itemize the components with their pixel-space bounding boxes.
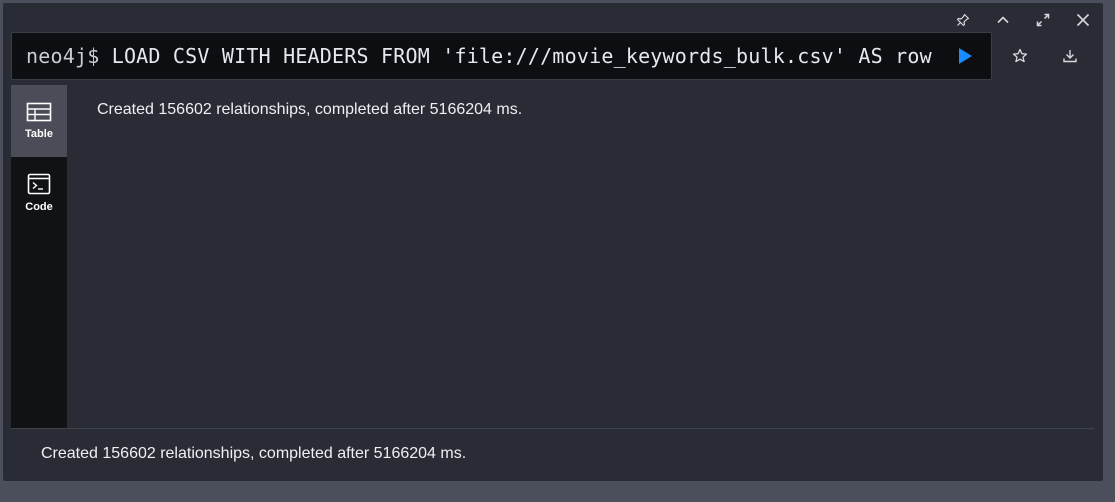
editor-prompt: neo4j$ [26,44,100,68]
collapse-icon [997,16,1009,24]
view-sidebar: Table Code [11,85,67,428]
run-query-button[interactable] [941,33,989,79]
terminal-icon [27,173,51,195]
footer-divider [11,428,1094,429]
result-content: Created 156602 relationships, completed … [67,85,1094,428]
pin-icon [956,13,970,27]
sidebar-item-table[interactable]: Table [11,85,67,157]
sidebar-item-code[interactable]: Code [11,157,67,229]
table-icon [26,102,52,122]
editor-actions [995,32,1095,80]
play-icon [959,48,972,64]
sidebar-item-label: Code [25,201,53,213]
star-icon [1012,48,1028,63]
status-summary: Created 156602 relationships, completed … [41,445,467,462]
result-message: Created 156602 relationships, completed … [97,101,523,118]
favorite-button[interactable] [995,32,1045,80]
sidebar-item-label: Table [25,128,53,140]
download-icon [1063,50,1077,63]
download-button[interactable] [1045,32,1095,80]
query-text[interactable]: neo4j$ LOAD CSV WITH HEADERS FROM 'file:… [12,44,941,68]
query-string: LOAD CSV WITH HEADERS FROM 'file:///movi… [111,44,932,68]
query-editor[interactable]: neo4j$ LOAD CSV WITH HEADERS FROM 'file:… [11,32,992,80]
expand-icon [1036,13,1050,27]
close-icon [1076,13,1090,27]
